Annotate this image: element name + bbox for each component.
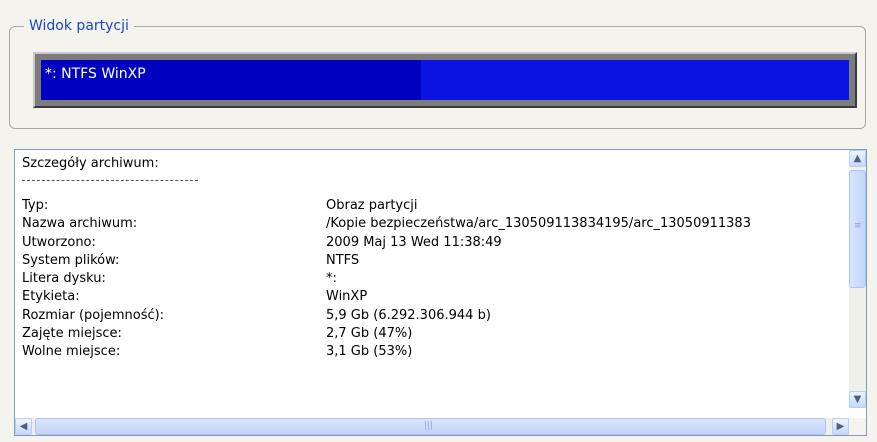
- detail-row: Litera dysku: *:: [15, 271, 849, 289]
- archive-details-panel[interactable]: Szczegóły archiwum: Typ: Obraz partycji Na…: [14, 149, 867, 436]
- archive-details-content: Szczegóły archiwum: Typ: Obraz partycji Na…: [15, 150, 849, 408]
- detail-row: Wolne miejsce: 3,1 Gb (53%): [15, 344, 849, 362]
- detail-row: Zajęte miejsce: 2,7 Gb (47%): [15, 326, 849, 344]
- detail-key: Typ:: [22, 198, 49, 213]
- detail-key: Wolne miejsce:: [22, 344, 121, 360]
- horizontal-scroll-thumb[interactable]: |||: [35, 418, 826, 435]
- detail-row: Etykieta: WinXP: [15, 289, 849, 307]
- details-rows: Typ: Obraz partycji Nazwa archiwum: /Kopie …: [15, 198, 849, 363]
- detail-value: Obraz partycji: [326, 198, 418, 213]
- partition-label: *: NTFS WinXP: [45, 66, 146, 82]
- grip-icon: |||: [424, 421, 434, 431]
- partition-map: *: NTFS WinXP: [33, 52, 857, 108]
- scroll-up-button[interactable]: ▲: [849, 150, 866, 167]
- detail-row: Rozmiar (pojemność): 5,9 Gb (6.292.306.94…: [15, 308, 849, 326]
- detail-key: Litera dysku:: [22, 271, 106, 287]
- scroll-left-button[interactable]: ◀: [15, 418, 32, 435]
- detail-value: 5,9 Gb (6.292.306.944 b): [326, 307, 491, 323]
- scrollbar-corner: [849, 418, 866, 435]
- grip-icon: ≡: [854, 221, 862, 231]
- vertical-scroll-thumb[interactable]: ≡: [849, 170, 866, 288]
- chevron-up-icon: ▲: [853, 153, 862, 164]
- detail-row: System plików: NTFS: [15, 253, 849, 271]
- detail-value: *:: [326, 271, 337, 287]
- detail-key: Zajęte miejsce:: [22, 326, 122, 342]
- detail-key: Utworzono:: [22, 234, 96, 250]
- details-title: Szczegóły archiwum:: [22, 156, 159, 171]
- scroll-down-button[interactable]: ▼: [849, 391, 866, 408]
- horizontal-scrollbar[interactable]: ◀ ||| ▶: [15, 418, 849, 435]
- detail-row: Utworzono: 2009 Maj 13 Wed 11:38:49: [15, 235, 849, 253]
- scroll-right-button[interactable]: ▶: [832, 418, 849, 435]
- partition-view-legend: Widok partycji: [24, 17, 134, 35]
- chevron-right-icon: ▶: [836, 421, 845, 432]
- detail-key: Nazwa archiwum:: [22, 216, 138, 232]
- detail-row: Typ: Obraz partycji: [15, 198, 849, 216]
- detail-key: System plików:: [22, 252, 120, 268]
- chevron-down-icon: ▼: [853, 394, 862, 405]
- detail-row: Nazwa archiwum: /Kopie bezpieczeństwa/arc…: [15, 216, 849, 234]
- vertical-scrollbar[interactable]: ▲ ≡ ▼: [849, 150, 866, 408]
- detail-value: 3,1 Gb (53%): [326, 344, 413, 360]
- detail-value: WinXP: [326, 289, 368, 305]
- detail-value: /Kopie bezpieczeństwa/arc_13050911383419…: [326, 216, 751, 232]
- detail-value: 2009 Maj 13 Wed 11:38:49: [326, 234, 502, 250]
- detail-value: 2,7 Gb (47%): [326, 326, 413, 342]
- detail-key: Rozmiar (pojemność):: [22, 307, 165, 323]
- partition-bar[interactable]: *: NTFS WinXP: [41, 60, 849, 100]
- chevron-left-icon: ◀: [19, 421, 28, 432]
- details-divider: [22, 180, 198, 181]
- detail-value: NTFS: [326, 252, 360, 268]
- detail-key: Etykieta:: [22, 289, 80, 305]
